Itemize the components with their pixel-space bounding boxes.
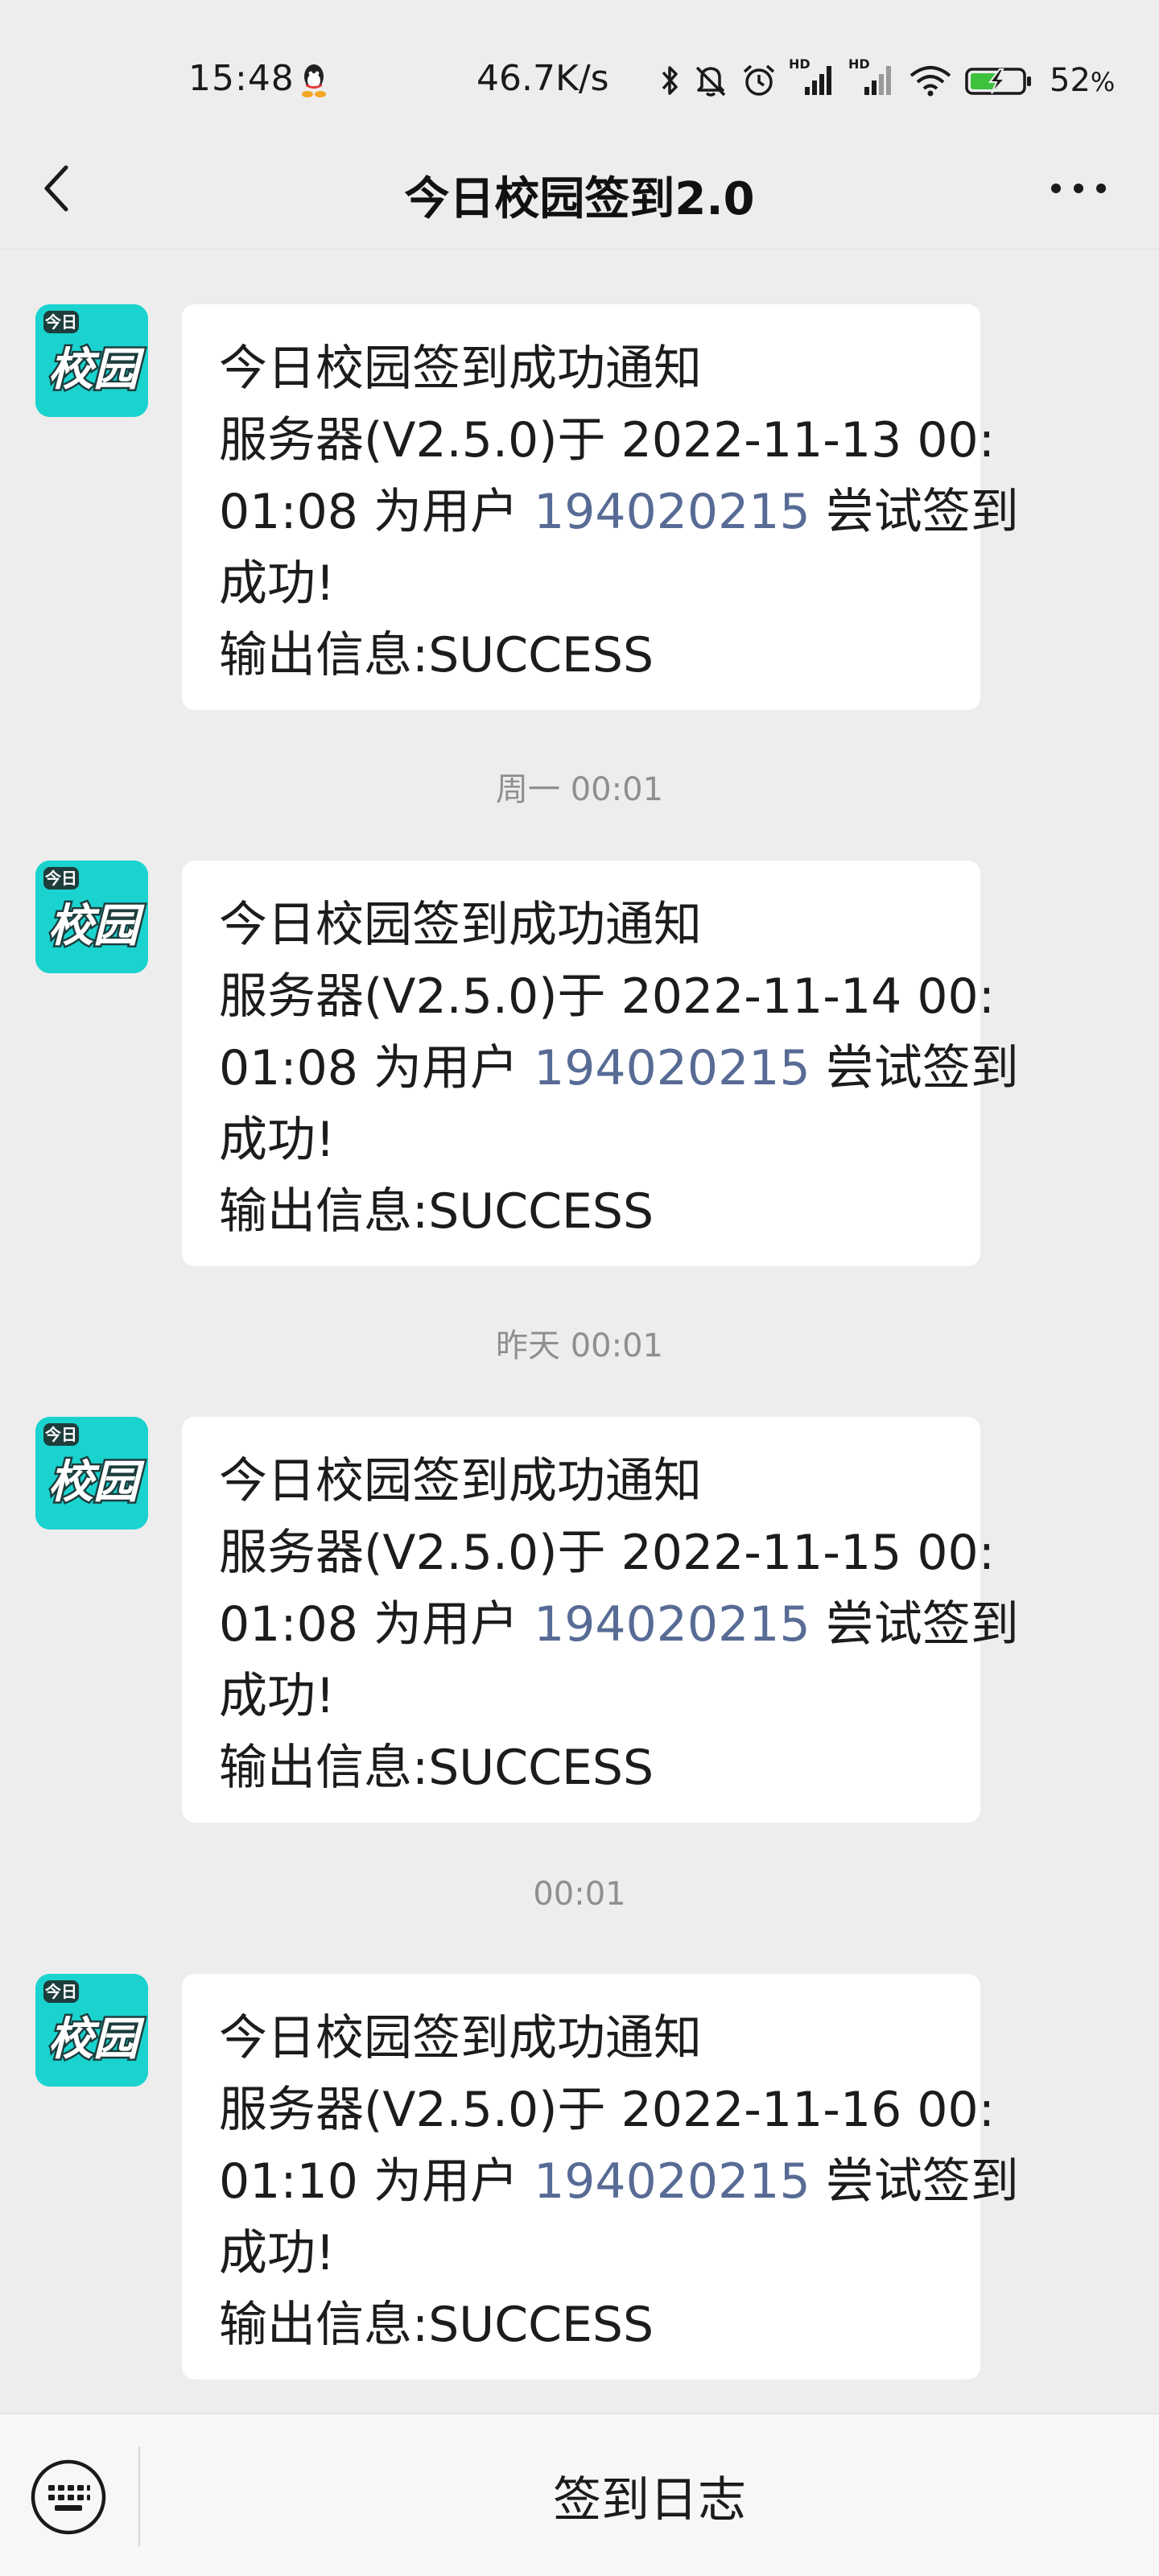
status-icons: HD HD 52%: [660, 56, 1116, 101]
message-bubble[interactable]: 今日校园签到成功通知 服务器(V2.5.0)于 2022-11-14 00: 0…: [182, 861, 1019, 1266]
svg-text:今日: 今日: [45, 1982, 77, 2001]
message-line: 输出信息:SUCCESS: [219, 627, 654, 683]
battery-charging-icon: [964, 63, 1033, 98]
signal-hd-icon: HD: [789, 56, 837, 98]
avatar[interactable]: 今日 校园: [35, 1974, 148, 2087]
user-id-link[interactable]: 194020215: [534, 1040, 810, 1096]
user-id-link[interactable]: 194020215: [534, 1596, 810, 1653]
message-line: 成功!: [219, 1668, 336, 1724]
svg-text:今日: 今日: [45, 312, 77, 332]
campus-logo-icon: 今日 校园: [35, 1974, 148, 2087]
message-bubble[interactable]: 今日校园签到成功通知 服务器(V2.5.0)于 2022-11-15 00: 0…: [182, 1417, 1019, 1823]
timestamp: 昨天 00:01: [496, 1327, 663, 1364]
svg-text:校园: 校园: [48, 2013, 145, 2066]
message-line: 输出信息:SUCCESS: [219, 1740, 654, 1796]
message-title: 今日校园签到成功通知: [219, 1453, 702, 1509]
wifi-icon: [908, 63, 953, 98]
message-title: 今日校园签到成功通知: [219, 2010, 702, 2066]
bottom-menu-bar: 签到日志: [0, 2413, 1159, 2576]
svg-text:校园: 校园: [48, 344, 145, 396]
campus-logo-icon: 今日 校园: [35, 861, 148, 973]
message-line: 01:10 为用户 194020215 尝试签到: [219, 2153, 1019, 2210]
message-line: 01:08 为用户 194020215 尝试签到: [219, 484, 1019, 540]
message-line: 输出信息:SUCCESS: [219, 2297, 654, 2353]
bluetooth-icon: [660, 63, 681, 98]
qq-icon: [299, 63, 328, 98]
hd-badge: HD: [848, 56, 870, 72]
user-id-link[interactable]: 194020215: [534, 2153, 810, 2210]
message-line: 服务器(V2.5.0)于 2022-11-13 00:: [219, 412, 995, 469]
message-line: 输出信息:SUCCESS: [219, 1183, 654, 1240]
campus-logo-icon: 今日 校园: [35, 1417, 148, 1530]
message-line: 服务器(V2.5.0)于 2022-11-14 00:: [219, 968, 995, 1025]
battery-percent: 52%: [1050, 62, 1116, 99]
svg-text:今日: 今日: [45, 869, 77, 888]
message-line: 服务器(V2.5.0)于 2022-11-16 00:: [219, 2082, 995, 2138]
keyboard-icon[interactable]: [29, 2458, 108, 2537]
avatar[interactable]: 今日 校园: [35, 304, 148, 417]
campus-logo-icon: 今日 校园: [35, 304, 148, 417]
mute-icon: [692, 63, 729, 98]
user-id-link[interactable]: 194020215: [534, 484, 810, 540]
timestamp: 周一 00:01: [496, 771, 663, 808]
avatar[interactable]: 今日 校园: [35, 861, 148, 973]
message-line: 服务器(V2.5.0)于 2022-11-15 00:: [219, 1525, 995, 1581]
more-icon[interactable]: [1046, 172, 1111, 204]
avatar[interactable]: 今日 校园: [35, 1417, 148, 1530]
svg-text:今日: 今日: [45, 1425, 77, 1444]
alarm-icon: [740, 62, 777, 99]
svg-text:校园: 校园: [48, 1456, 145, 1509]
svg-text:校园: 校园: [48, 900, 145, 952]
message-line: 01:08 为用户 194020215 尝试签到: [219, 1040, 1019, 1096]
message-line: 01:08 为用户 194020215 尝试签到: [219, 1596, 1019, 1653]
hd-badge: HD: [789, 56, 810, 72]
message-title: 今日校园签到成功通知: [219, 341, 702, 397]
message-title: 今日校园签到成功通知: [219, 897, 702, 953]
message-line: 成功!: [219, 2225, 336, 2281]
chat-title: 今日校园签到2.0: [404, 173, 755, 225]
network-speed: 46.7K/s: [476, 58, 609, 99]
message-line: 成功!: [219, 555, 336, 612]
status-time: 15:48: [188, 58, 295, 99]
message-bubble[interactable]: 今日校园签到成功通知 服务器(V2.5.0)于 2022-11-13 00: 0…: [182, 304, 1019, 710]
message-bubble[interactable]: 今日校园签到成功通知 服务器(V2.5.0)于 2022-11-16 00: 0…: [182, 1974, 1019, 2380]
chat-header: 今日校园签到2.0: [0, 129, 1159, 250]
sign-in-log-button[interactable]: 签到日志: [140, 2414, 1159, 2576]
message-line: 成功!: [219, 1112, 336, 1168]
signal-hd-icon: HD: [848, 56, 897, 98]
timestamp: 00:01: [533, 1876, 626, 1913]
